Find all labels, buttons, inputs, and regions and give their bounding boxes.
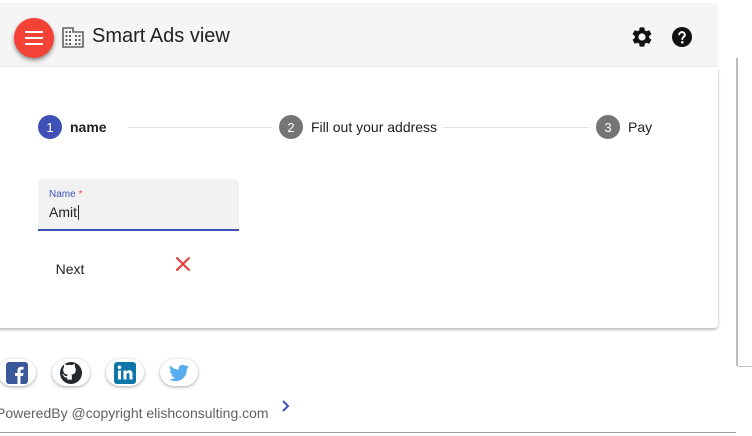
- building-icon: [62, 27, 84, 48]
- name-input-value: Amit: [49, 204, 77, 220]
- step-label: name: [70, 119, 107, 135]
- linkedin-link[interactable]: [106, 359, 144, 386]
- twitter-icon: [169, 364, 189, 381]
- page-title: Smart Ads view: [92, 25, 230, 47]
- menu-button[interactable]: [14, 18, 54, 58]
- settings-button[interactable]: [628, 23, 656, 51]
- next-button[interactable]: Next: [44, 257, 96, 281]
- github-icon: [60, 361, 82, 384]
- text-caret: [78, 205, 79, 220]
- name-label-text: Name: [49, 189, 76, 200]
- step-number: 1: [38, 115, 62, 139]
- chevron-right-icon: [282, 400, 290, 412]
- step-label: Pay: [628, 119, 653, 135]
- hamburger-icon: [25, 31, 43, 45]
- gear-icon: [632, 27, 652, 47]
- name-field-label: Name *: [49, 189, 82, 200]
- help-icon: [672, 27, 692, 47]
- step-3[interactable]: 3 Pay: [596, 115, 653, 139]
- stepper-card: 1 name 2 Fill out your address 3 Pay Nam…: [0, 67, 718, 328]
- footer-expand-button[interactable]: [278, 397, 294, 415]
- help-button[interactable]: [668, 23, 696, 51]
- step-number: 2: [279, 115, 303, 139]
- copyright-text: PoweredBy @copyright elishconsulting.com: [0, 405, 269, 421]
- window-edge: [736, 58, 738, 366]
- step-2[interactable]: 2 Fill out your address: [279, 115, 438, 139]
- footer-divider: [0, 432, 736, 433]
- name-field[interactable]: Name * Amit: [38, 179, 239, 231]
- close-icon: [176, 257, 190, 271]
- step-connector: [128, 127, 272, 128]
- twitter-link[interactable]: [160, 359, 198, 386]
- step-label: Fill out your address: [311, 119, 438, 135]
- app-toolbar: Smart Ads view: [0, 3, 718, 67]
- step-1[interactable]: 1 name: [38, 115, 107, 139]
- name-input[interactable]: Amit: [49, 204, 79, 220]
- step-number: 3: [596, 115, 620, 139]
- linkedin-icon: [114, 361, 136, 384]
- required-mark: *: [78, 189, 83, 200]
- github-link[interactable]: [52, 359, 90, 386]
- window-edge: [738, 366, 752, 367]
- facebook-link[interactable]: [0, 359, 36, 386]
- cancel-button[interactable]: [172, 253, 194, 275]
- step-connector: [444, 127, 588, 128]
- facebook-icon: [6, 361, 28, 384]
